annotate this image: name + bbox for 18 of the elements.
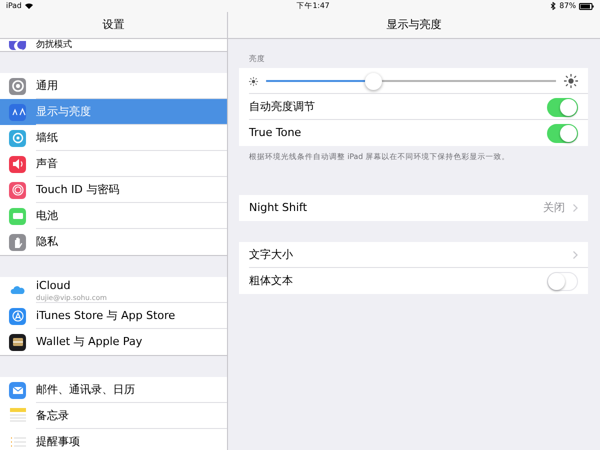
- setting-label: 文字大小: [249, 247, 293, 263]
- sidebar-title: 设置: [0, 12, 227, 39]
- slider-thumb[interactable]: [365, 72, 382, 90]
- setting-label: 粗体文本: [249, 273, 293, 289]
- wifi-icon: [24, 3, 33, 9]
- chevron-icon[interactable]: [573, 204, 578, 212]
- setting-label: 自动亮度调节: [249, 99, 315, 115]
- setting-value: 关闭: [543, 200, 565, 216]
- bluetooth-icon: [551, 2, 556, 10]
- toggle-switch[interactable]: [547, 98, 578, 117]
- small-sun-icon: [249, 76, 258, 86]
- battery-icon: [579, 2, 594, 10]
- setting-label: True Tone: [249, 125, 302, 141]
- chevron-icon[interactable]: [573, 251, 578, 260]
- large-sun-icon: [564, 74, 578, 88]
- setting-label: Night Shift: [249, 200, 308, 216]
- page-title: 显示与亮度: [228, 12, 600, 39]
- toggle-switch[interactable]: [547, 124, 578, 143]
